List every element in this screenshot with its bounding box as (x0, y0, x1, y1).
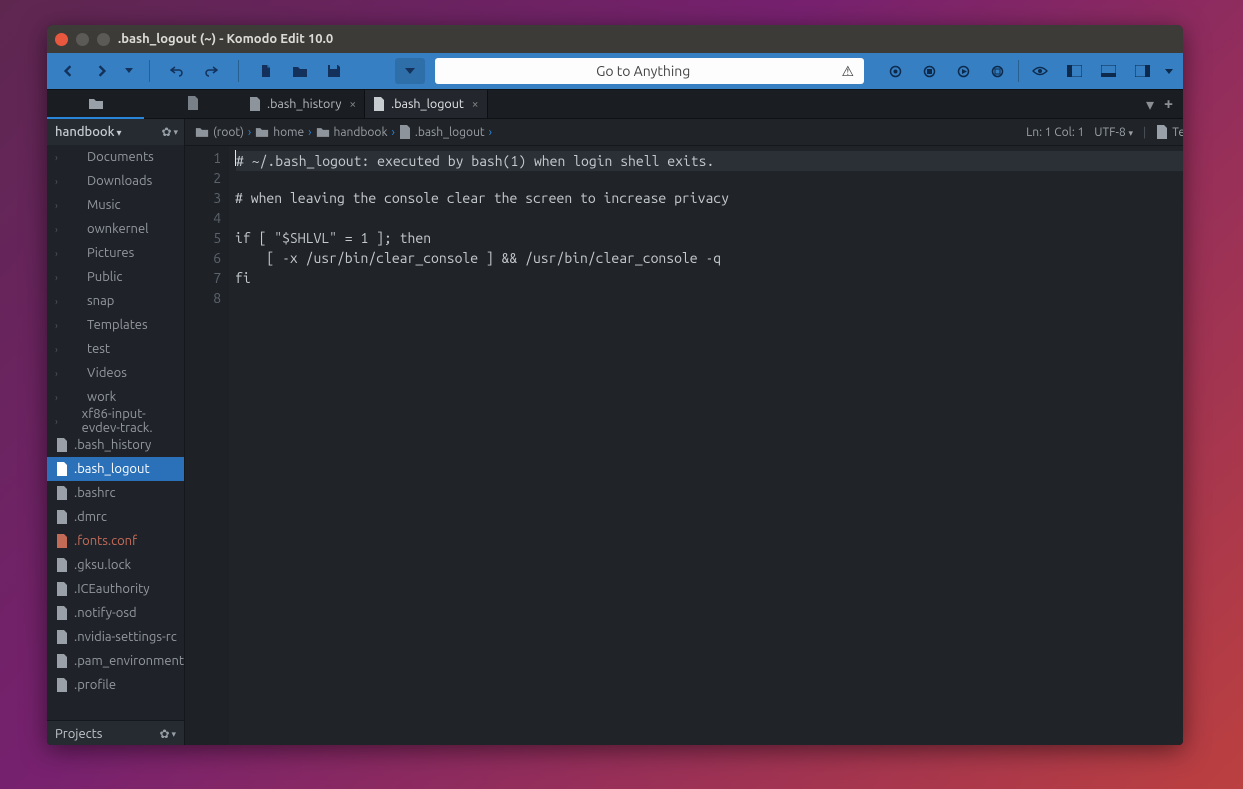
open-folder-button[interactable] (283, 58, 317, 84)
places-tab[interactable] (47, 89, 144, 119)
gear-icon[interactable]: ✿▾ (161, 125, 178, 139)
tree-item-gksulock[interactable]: .gksu.lock (47, 553, 184, 577)
close-tab-icon[interactable]: × (349, 98, 356, 111)
nav-history-dropdown[interactable] (119, 58, 139, 84)
tree-item-templates[interactable]: ›Templates (47, 313, 184, 337)
sidebar-footer-projects[interactable]: Projects ✿▾ (47, 720, 184, 745)
file-tab-bash-logout[interactable]: .bash_logout × (365, 90, 487, 118)
breadcrumb-item[interactable]: (root) (195, 126, 244, 139)
layout-right-button[interactable] (1125, 58, 1159, 84)
file-tab-bash-history[interactable]: .bash_history × (241, 90, 365, 118)
play-macro-button[interactable] (946, 58, 980, 84)
gear-icon[interactable]: ✿▾ (159, 727, 176, 741)
tree-item-notifyosd[interactable]: .notify-osd (47, 601, 184, 625)
tree-item-music[interactable]: ›Music (47, 193, 184, 217)
tree-item-bashhistory[interactable]: .bash_history (47, 433, 184, 457)
tree-item-documents[interactable]: ›Documents (47, 145, 184, 169)
tree-item-profile[interactable]: .profile (47, 673, 184, 697)
layout-left-button[interactable] (1057, 58, 1091, 84)
tree-item-ownkernel[interactable]: ›ownkernel (47, 217, 184, 241)
tree-item-dmrc[interactable]: .dmrc (47, 505, 184, 529)
editor-area: (root)›home›handbook›.bash_logout› Ln: 1… (185, 119, 1183, 745)
sidebar: handbook▾ ✿▾ ›Documents›Downloads›Music›… (47, 119, 185, 745)
code-editor[interactable]: 12345678 # ~/.bash_logout: executed by b… (185, 146, 1183, 745)
eye-icon[interactable] (1023, 58, 1057, 84)
titlebar[interactable]: .bash_logout (~) - Komodo Edit 10.0 (47, 25, 1183, 53)
layout-dropdown[interactable] (1159, 58, 1179, 84)
close-tab-icon[interactable]: × (472, 98, 479, 111)
tree-item-public[interactable]: ›Public (47, 265, 184, 289)
maximize-icon[interactable] (97, 33, 110, 46)
tree-item-test[interactable]: ›test (47, 337, 184, 361)
breadcrumb-item[interactable]: handbook (316, 126, 388, 139)
breadcrumb-item[interactable]: .bash_logout (399, 125, 485, 139)
forward-button[interactable] (85, 58, 119, 84)
macro-save-button[interactable] (980, 58, 1014, 84)
tree-item-work[interactable]: ›work (47, 385, 184, 409)
file-tree: ›Documents›Downloads›Music›ownkernel›Pic… (47, 145, 184, 720)
close-icon[interactable] (55, 33, 68, 46)
tree-item-bashrc[interactable]: .bashrc (47, 481, 184, 505)
view-dropdown[interactable] (395, 58, 425, 84)
tab-list-icon[interactable]: ▾ (1146, 95, 1154, 114)
toolbar: Go to Anything ⚠ (47, 53, 1183, 89)
tree-item-bashlogout[interactable]: .bash_logout (47, 457, 184, 481)
save-button[interactable] (317, 58, 351, 84)
goto-anything-input[interactable]: Go to Anything ⚠ (435, 58, 864, 84)
new-file-button[interactable] (249, 58, 283, 84)
tree-item-iceauthority[interactable]: .ICEauthority (47, 577, 184, 601)
code-content[interactable]: # ~/.bash_logout: executed by bash(1) wh… (229, 146, 1183, 745)
redo-button[interactable] (194, 58, 228, 84)
tree-item-pictures[interactable]: ›Pictures (47, 241, 184, 265)
tree-item-snap[interactable]: ›snap (47, 289, 184, 313)
tree-item-videos[interactable]: ›Videos (47, 361, 184, 385)
new-tab-button[interactable]: + (1164, 95, 1173, 114)
record-macro-button[interactable] (878, 58, 912, 84)
sidebar-header[interactable]: handbook▾ ✿▾ (47, 119, 184, 145)
back-button[interactable] (51, 58, 85, 84)
language-selector[interactable]: Text ▾ (1156, 125, 1183, 139)
tree-item-downloads[interactable]: ›Downloads (47, 169, 184, 193)
layout-bottom-button[interactable] (1091, 58, 1125, 84)
cursor-position[interactable]: Ln: 1 Col: 1 (1026, 126, 1084, 139)
undo-button[interactable] (160, 58, 194, 84)
open-files-tab[interactable] (144, 89, 241, 117)
encoding-selector[interactable]: UTF-8 ▾ (1094, 126, 1133, 139)
line-gutter: 12345678 (185, 146, 229, 745)
warning-icon: ⚠ (841, 63, 854, 80)
breadcrumb-bar: (root)›home›handbook›.bash_logout› Ln: 1… (185, 119, 1183, 146)
app-window: .bash_logout (~) - Komodo Edit 10.0 Go t… (47, 25, 1183, 745)
window-title: .bash_logout (~) - Komodo Edit 10.0 (118, 32, 333, 46)
tree-item-fontsconf[interactable]: .fonts.conf (47, 529, 184, 553)
tab-bar: .bash_history × .bash_logout × ▾ + (47, 89, 1183, 119)
stop-macro-button[interactable] (912, 58, 946, 84)
tree-item-pamenvironment[interactable]: .pam_environment (47, 649, 184, 673)
minimize-icon[interactable] (76, 33, 89, 46)
search-placeholder: Go to Anything (445, 63, 841, 79)
tree-item-xf86inputevdevtrack[interactable]: ›xf86-input-evdev-track. (47, 409, 184, 433)
tree-item-nvidiasettingsrc[interactable]: .nvidia-settings-rc (47, 625, 184, 649)
breadcrumb-item[interactable]: home (255, 126, 304, 139)
